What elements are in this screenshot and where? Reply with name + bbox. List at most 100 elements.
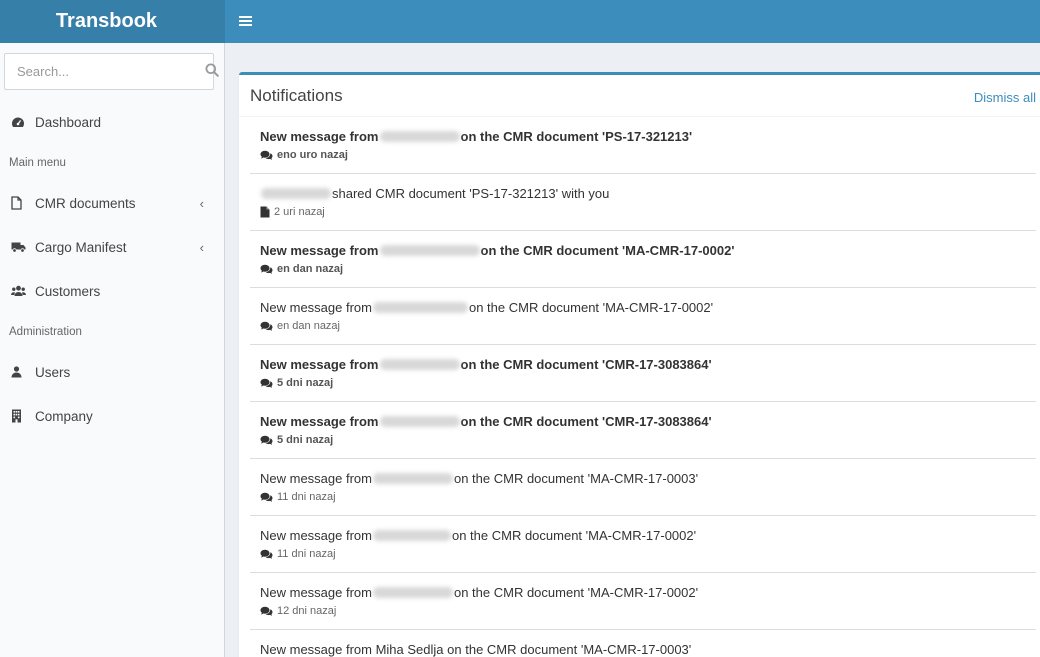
notification-message-text: on the CMR document 'PS-17-321213': [460, 129, 693, 144]
notification-message: shared CMR document 'PS-17-321213' with …: [260, 184, 1036, 203]
redacted-sender-name: [379, 245, 480, 256]
notification-item[interactable]: shared CMR document 'PS-17-321213' with …: [250, 174, 1036, 231]
sidebar-item-cargo-manifest[interactable]: Cargo Manifest ‹: [0, 225, 224, 269]
notification-meta: en dan nazaj: [260, 317, 1036, 335]
top-navbar: Transbook: [0, 0, 1040, 43]
notifications-header: Notifications Dismiss all: [239, 75, 1040, 117]
notification-meta: eno uro nazaj: [260, 146, 1036, 164]
notification-message-text: shared CMR document 'PS-17-321213' with …: [332, 186, 610, 201]
notification-timestamp: 12 dni nazaj: [277, 605, 337, 617]
search-input[interactable]: [5, 54, 205, 89]
notification-timestamp: eno uro nazaj: [277, 149, 348, 161]
app-logo[interactable]: Transbook: [0, 0, 225, 43]
sidebar-item-customers[interactable]: Customers: [0, 269, 224, 313]
redacted-sender-name: [379, 416, 460, 427]
notification-message: New message from on the CMR document 'CMR…: [260, 355, 1036, 374]
notification-message-text: on the CMR document 'CMR-17-3083864': [460, 357, 712, 372]
sidebar: Dashboard Main menu CMR documents ‹ Carg…: [0, 43, 225, 657]
hamburger-menu-icon: [238, 11, 252, 32]
notification-message: New message from on the CMR document 'PS-…: [260, 127, 1036, 146]
notification-message: New message from on the CMR document 'MA-…: [260, 469, 1036, 488]
notification-timestamp: 5 dni nazaj: [277, 434, 334, 446]
notification-message-text: on the CMR document 'MA-CMR-17-0002': [468, 300, 714, 315]
notification-message: New message from on the CMR document 'MA-…: [260, 298, 1036, 317]
notification-item[interactable]: New message from on the CMR document 'MA-…: [250, 573, 1036, 630]
sidebar-item-cmr-documents[interactable]: CMR documents ‹: [0, 181, 224, 225]
notification-message-prefix: New message from: [260, 585, 372, 600]
notification-message: New message from on the CMR document 'MA-…: [260, 241, 1036, 260]
redacted-sender-name: [372, 587, 453, 598]
redacted-sender-name: [372, 530, 451, 541]
sidebar-toggle-button[interactable]: [225, 0, 265, 43]
notification-timestamp: 11 dni nazaj: [277, 548, 336, 560]
comments-icon: [260, 378, 273, 389]
notification-message-prefix: New message from Miha Sedlja: [260, 642, 444, 657]
sidebar-item-label: Cargo Manifest: [35, 239, 127, 255]
notification-item[interactable]: New message from on the CMR document 'CMR…: [250, 345, 1036, 402]
search-button[interactable]: [205, 54, 219, 89]
notification-message-text: on the CMR document 'MA-CMR-17-0003': [453, 471, 699, 486]
notification-message: New message from Miha Sedlja on the CMR …: [260, 640, 1036, 657]
notification-item[interactable]: New message from Miha Sedlja on the CMR …: [250, 630, 1036, 657]
notification-meta: 11 dni nazaj: [260, 488, 1036, 506]
sidebar-header-main-menu: Main menu: [9, 156, 66, 169]
notification-message-prefix: New message from: [260, 129, 379, 144]
sidebar-item-label: Customers: [35, 283, 101, 299]
notification-item[interactable]: New message from on the CMR document 'MA-…: [250, 516, 1036, 573]
notification-timestamp: 11 dni nazaj: [277, 491, 336, 503]
notification-item[interactable]: New message from on the CMR document 'MA-…: [250, 288, 1036, 345]
notification-timestamp: 5 dni nazaj: [277, 377, 334, 389]
sidebar-item-label: CMR documents: [35, 195, 136, 211]
main-content: Notifications Dismiss all New message fr…: [225, 43, 1040, 657]
sidebar-item-label: Dashboard: [35, 114, 102, 130]
sidebar-item-label: Users: [35, 364, 71, 380]
notification-message-prefix: New message from: [260, 357, 379, 372]
document-icon: [260, 206, 270, 218]
notification-meta: 5 dni nazaj: [260, 374, 1036, 392]
notification-message-prefix: New message from: [260, 414, 379, 429]
file-icon: [11, 196, 35, 210]
sidebar-header-administration: Administration: [9, 325, 82, 338]
sidebar-item-dashboard[interactable]: Dashboard: [0, 100, 224, 144]
dismiss-all-link[interactable]: Dismiss all: [974, 90, 1036, 105]
comments-icon: [260, 321, 273, 332]
notification-meta: 5 dni nazaj: [260, 431, 1036, 449]
sidebar-item-company[interactable]: Company: [0, 394, 224, 438]
page-title: Notifications: [250, 85, 343, 105]
notification-message-text: on the CMR document 'MA-CMR-17-0003': [447, 642, 692, 657]
notification-item[interactable]: New message from on the CMR document 'MA-…: [250, 459, 1036, 516]
notification-timestamp: 2 uri nazaj: [274, 206, 325, 218]
notification-message: New message from on the CMR document 'MA-…: [260, 526, 1036, 545]
notification-message-text: on the CMR document 'MA-CMR-17-0002': [451, 528, 697, 543]
notification-message: New message from on the CMR document 'CMR…: [260, 412, 1036, 431]
notification-timestamp: en dan nazaj: [277, 320, 340, 332]
chevron-left-icon: ‹: [199, 196, 204, 211]
sidebar-search: [4, 53, 219, 90]
redacted-sender-name: [261, 188, 331, 199]
notification-message-prefix: New message from: [260, 528, 372, 543]
notification-item[interactable]: New message from on the CMR document 'PS-…: [250, 117, 1036, 174]
truck-icon: [11, 241, 35, 253]
notification-message-prefix: New message from: [260, 243, 379, 258]
redacted-sender-name: [372, 473, 453, 484]
notification-message-text: on the CMR document 'MA-CMR-17-0002': [480, 243, 735, 258]
redacted-sender-name: [379, 359, 460, 370]
notification-item[interactable]: New message from on the CMR document 'MA-…: [250, 231, 1036, 288]
notification-meta: 2 uri nazaj: [260, 203, 1036, 221]
sidebar-item-label: Company: [35, 408, 93, 424]
notification-meta: 12 dni nazaj: [260, 602, 1036, 620]
building-icon: [11, 409, 35, 423]
redacted-sender-name: [379, 131, 460, 142]
users-icon: [11, 285, 35, 297]
comments-icon: [260, 549, 273, 560]
notification-meta: en dan nazaj: [260, 260, 1036, 278]
notification-message-prefix: New message from: [260, 300, 372, 315]
user-icon: [11, 366, 35, 378]
notification-item[interactable]: New message from on the CMR document 'CMR…: [250, 402, 1036, 459]
search-icon: [205, 63, 219, 80]
comments-icon: [260, 264, 273, 275]
sidebar-item-users[interactable]: Users: [0, 350, 224, 394]
chevron-left-icon: ‹: [199, 240, 204, 255]
comments-icon: [260, 606, 273, 617]
comments-icon: [260, 435, 273, 446]
